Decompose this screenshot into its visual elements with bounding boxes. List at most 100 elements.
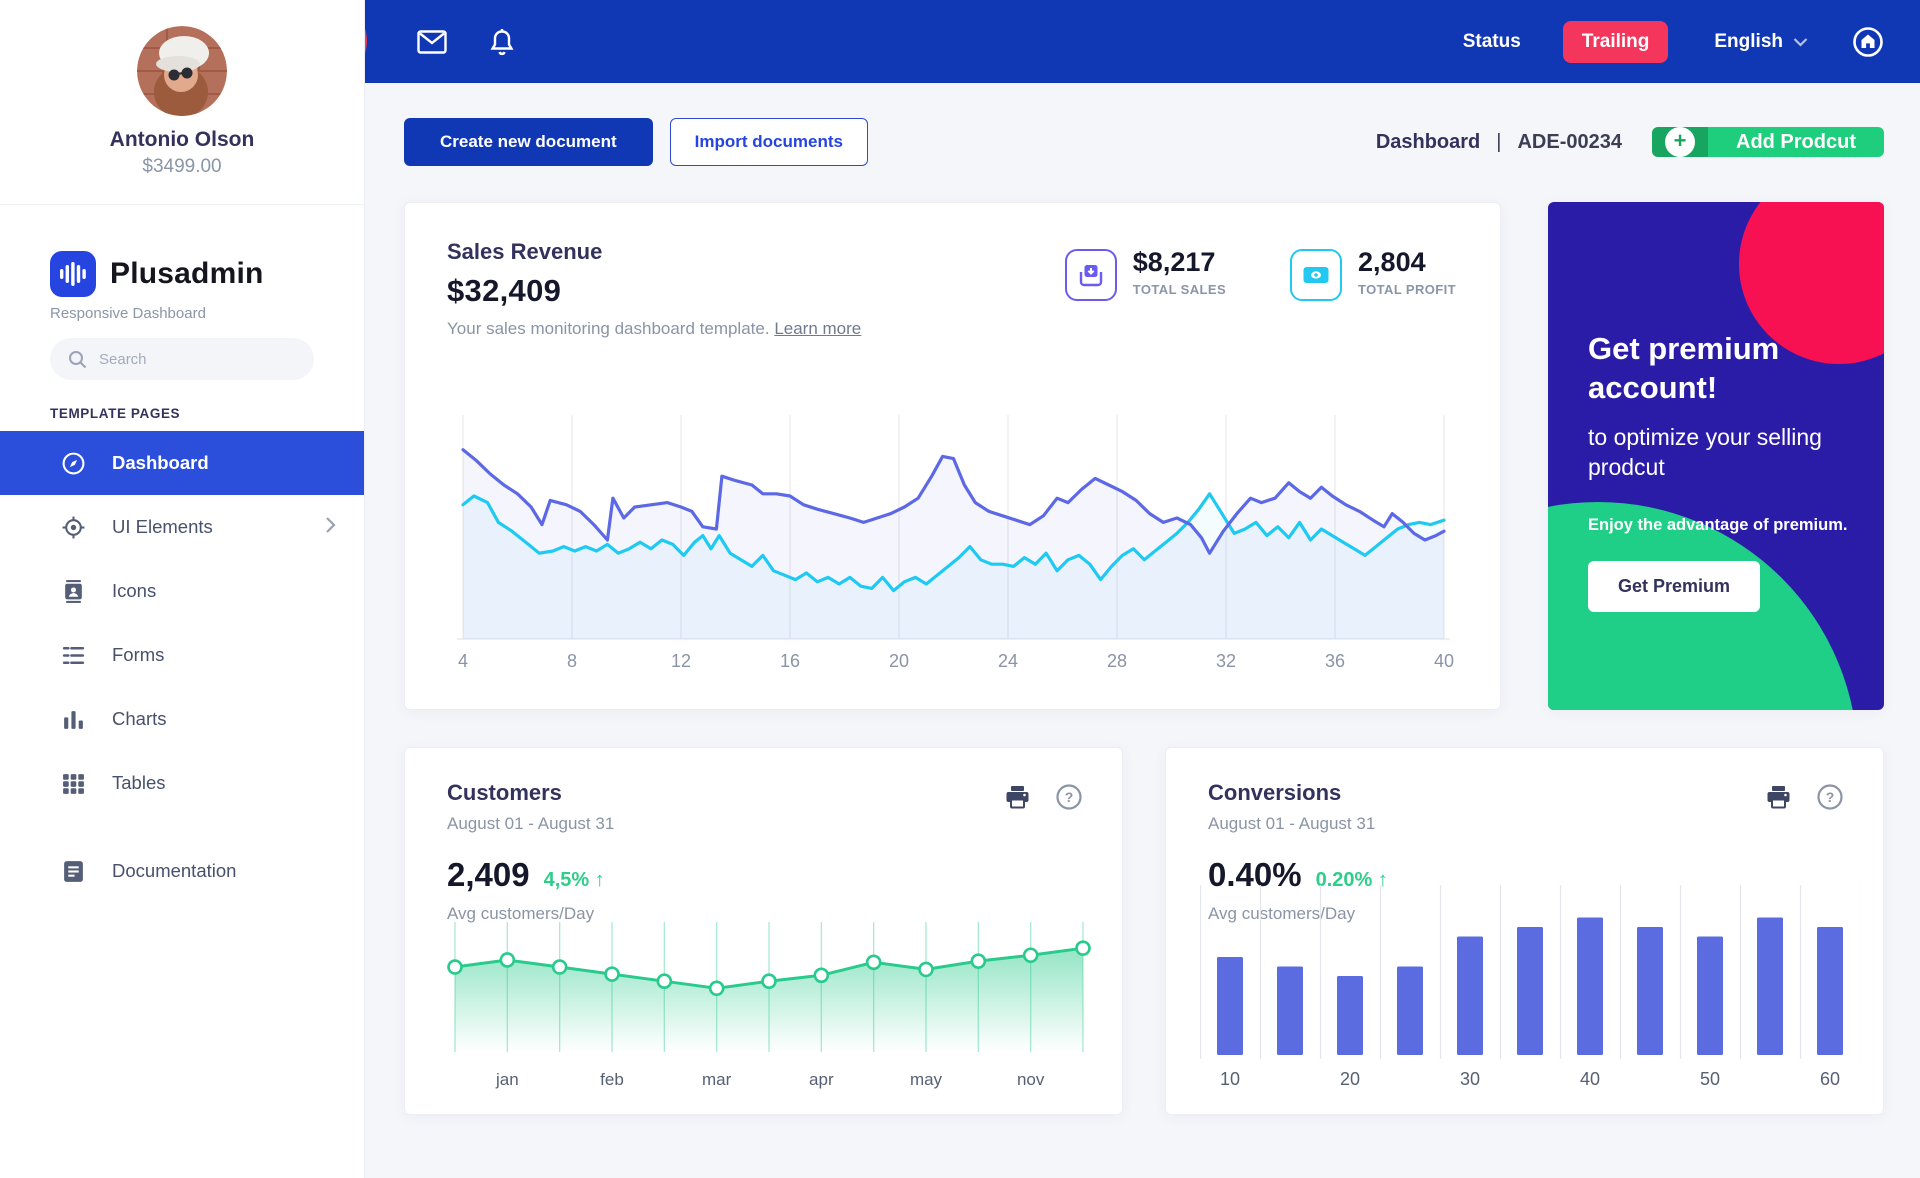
svg-text:feb: feb xyxy=(600,1070,624,1089)
customers-tools: ? xyxy=(1005,784,1082,810)
svg-text:30: 30 xyxy=(1460,1069,1480,1089)
sidebar-item-ui-elements[interactable]: UI Elements xyxy=(0,495,364,559)
inbox-save-icon xyxy=(1064,249,1117,301)
premium-promo-card: Get premium account! to optimize your se… xyxy=(1548,202,1884,710)
plusadmin-logo-icon xyxy=(50,251,96,297)
sidebar-item-label: Tables xyxy=(112,772,166,793)
target-icon xyxy=(60,514,86,540)
svg-text:36: 36 xyxy=(1325,651,1345,671)
get-premium-button[interactable]: Get Premium xyxy=(1588,561,1761,613)
svg-text:40: 40 xyxy=(1580,1069,1600,1089)
sidebar-item-label: Dashboard xyxy=(112,452,209,473)
print-icon[interactable] xyxy=(1005,785,1030,809)
sidebar-item-icons[interactable]: Icons xyxy=(0,559,364,623)
premium-title: Get premium account! xyxy=(1588,331,1780,405)
search-box[interactable] xyxy=(50,338,314,380)
add-product-plus-section: + xyxy=(1652,127,1708,157)
conversions-bar-chart: 10 20 30 40 50 60 xyxy=(1199,885,1862,1100)
conversions-period: August 01 - August 31 xyxy=(1208,814,1376,833)
section-label: TEMPLATE PAGES xyxy=(50,406,181,421)
help-icon[interactable]: ? xyxy=(1056,784,1082,810)
compass-icon xyxy=(60,450,86,476)
sidebar-item-label: Charts xyxy=(112,708,167,729)
svg-text:4: 4 xyxy=(458,651,468,671)
id-card-icon xyxy=(60,578,86,604)
svg-text:20: 20 xyxy=(1340,1069,1360,1089)
svg-text:nov: nov xyxy=(1017,1070,1045,1089)
document-icon xyxy=(60,858,86,884)
customers-title: Customers xyxy=(447,780,562,805)
svg-text:8: 8 xyxy=(567,651,577,671)
svg-text:jan: jan xyxy=(495,1070,519,1089)
conversions-title: Conversions xyxy=(1208,780,1342,805)
total-profit-value: 2,804 xyxy=(1358,247,1426,277)
banknote-icon xyxy=(1290,249,1343,301)
actions-row: Create new document Import documents Das… xyxy=(404,118,1884,166)
sidebar: Antonio Olson $3499.00 Plusadmin Respons… xyxy=(0,0,365,1178)
customers-area-chart: jan feb mar apr may nov xyxy=(439,920,1099,1100)
avatar[interactable] xyxy=(137,26,227,116)
sidebar-item-dashboard[interactable]: Dashboard xyxy=(0,431,364,495)
main-content: Create new document Import documents Das… xyxy=(365,83,1920,1178)
svg-text:20: 20 xyxy=(889,651,909,671)
bar-chart-icon xyxy=(60,706,86,732)
svg-text:24: 24 xyxy=(998,651,1018,671)
brand-name: Plusadmin xyxy=(110,257,264,290)
sidebar-item-documentation[interactable]: Documentation xyxy=(0,839,364,903)
search-input[interactable] xyxy=(99,350,296,368)
topbar-right: Status Trailing English xyxy=(1463,20,1884,63)
sales-subtitle: Your sales monitoring dashboard template… xyxy=(447,319,862,338)
add-product-label: Add Prodcut xyxy=(1708,127,1884,157)
import-documents-button[interactable]: Import documents xyxy=(669,118,868,166)
sidebar-item-label: Forms xyxy=(112,644,165,665)
svg-text:32: 32 xyxy=(1216,651,1236,671)
top-cards-row: Sales Revenue $32,409 Your sales monitor… xyxy=(404,202,1884,710)
premium-subtitle: to optimize your selling prodcut xyxy=(1588,423,1822,480)
sidebar-item-label: Documentation xyxy=(112,860,237,881)
grid-icon xyxy=(60,770,86,796)
total-sales-label: TOTAL SALES xyxy=(1132,282,1227,297)
total-profit-stat: 2,804 TOTAL PROFIT xyxy=(1290,249,1456,301)
brand-tagline: Responsive Dashboard xyxy=(50,305,206,322)
sidebar-item-tables[interactable]: Tables xyxy=(0,751,364,815)
sidebar-item-forms[interactable]: Forms xyxy=(0,623,364,687)
profile-section: Antonio Olson $3499.00 xyxy=(0,0,364,205)
trailing-button[interactable]: Trailing xyxy=(1562,20,1669,63)
profile-name: Antonio Olson xyxy=(109,128,255,151)
add-product-button[interactable]: + Add Prodcut xyxy=(1652,127,1884,157)
breadcrumb-section[interactable]: Dashboard xyxy=(1376,131,1480,154)
profile-balance: $3499.00 xyxy=(142,156,222,177)
brand: Plusadmin Responsive Dashboard xyxy=(0,205,364,322)
notifications-bell-icon[interactable] xyxy=(489,28,515,56)
sidebar-item-charts[interactable]: Charts xyxy=(0,687,364,751)
learn-more-link[interactable]: Learn more xyxy=(774,319,861,338)
svg-text:may: may xyxy=(910,1070,943,1089)
customers-period: August 01 - August 31 xyxy=(447,814,615,833)
create-document-button[interactable]: Create new document xyxy=(404,118,653,166)
list-icon xyxy=(60,642,86,668)
chevron-down-icon xyxy=(1793,31,1808,53)
total-profit-label: TOTAL PROFIT xyxy=(1358,282,1456,297)
home-icon[interactable] xyxy=(1852,26,1884,58)
bottom-cards-row: Customers August 01 - August 31 ? 2,409 … xyxy=(404,747,1884,1115)
plus-circle-icon: + xyxy=(1665,127,1695,157)
premium-note: Enjoy the advantage of premium. xyxy=(1588,516,1848,535)
status-link[interactable]: Status xyxy=(1463,31,1521,53)
chevron-right-icon xyxy=(325,516,336,539)
sales-line-chart: 4 8 12 16 20 24 28 32 36 40 xyxy=(451,415,1456,680)
total-sales-stat: $8,217 TOTAL SALES xyxy=(1064,247,1227,301)
breadcrumb-separator: | xyxy=(1496,130,1502,153)
total-sales-value: $8,217 xyxy=(1132,247,1216,277)
svg-text:?: ? xyxy=(1826,789,1835,805)
breadcrumb: Dashboard | ADE-00234 xyxy=(1376,131,1622,154)
svg-text:16: 16 xyxy=(780,651,800,671)
help-icon[interactable]: ? xyxy=(1817,784,1843,810)
language-selector[interactable]: English xyxy=(1714,31,1808,53)
topbar: « Status Trailing English xyxy=(289,0,1920,83)
svg-text:?: ? xyxy=(1065,789,1074,805)
svg-text:60: 60 xyxy=(1820,1069,1840,1089)
svg-text:40: 40 xyxy=(1434,651,1454,671)
mail-icon[interactable] xyxy=(417,29,447,54)
breadcrumb-code: ADE-00234 xyxy=(1517,130,1622,153)
print-icon[interactable] xyxy=(1766,785,1791,809)
